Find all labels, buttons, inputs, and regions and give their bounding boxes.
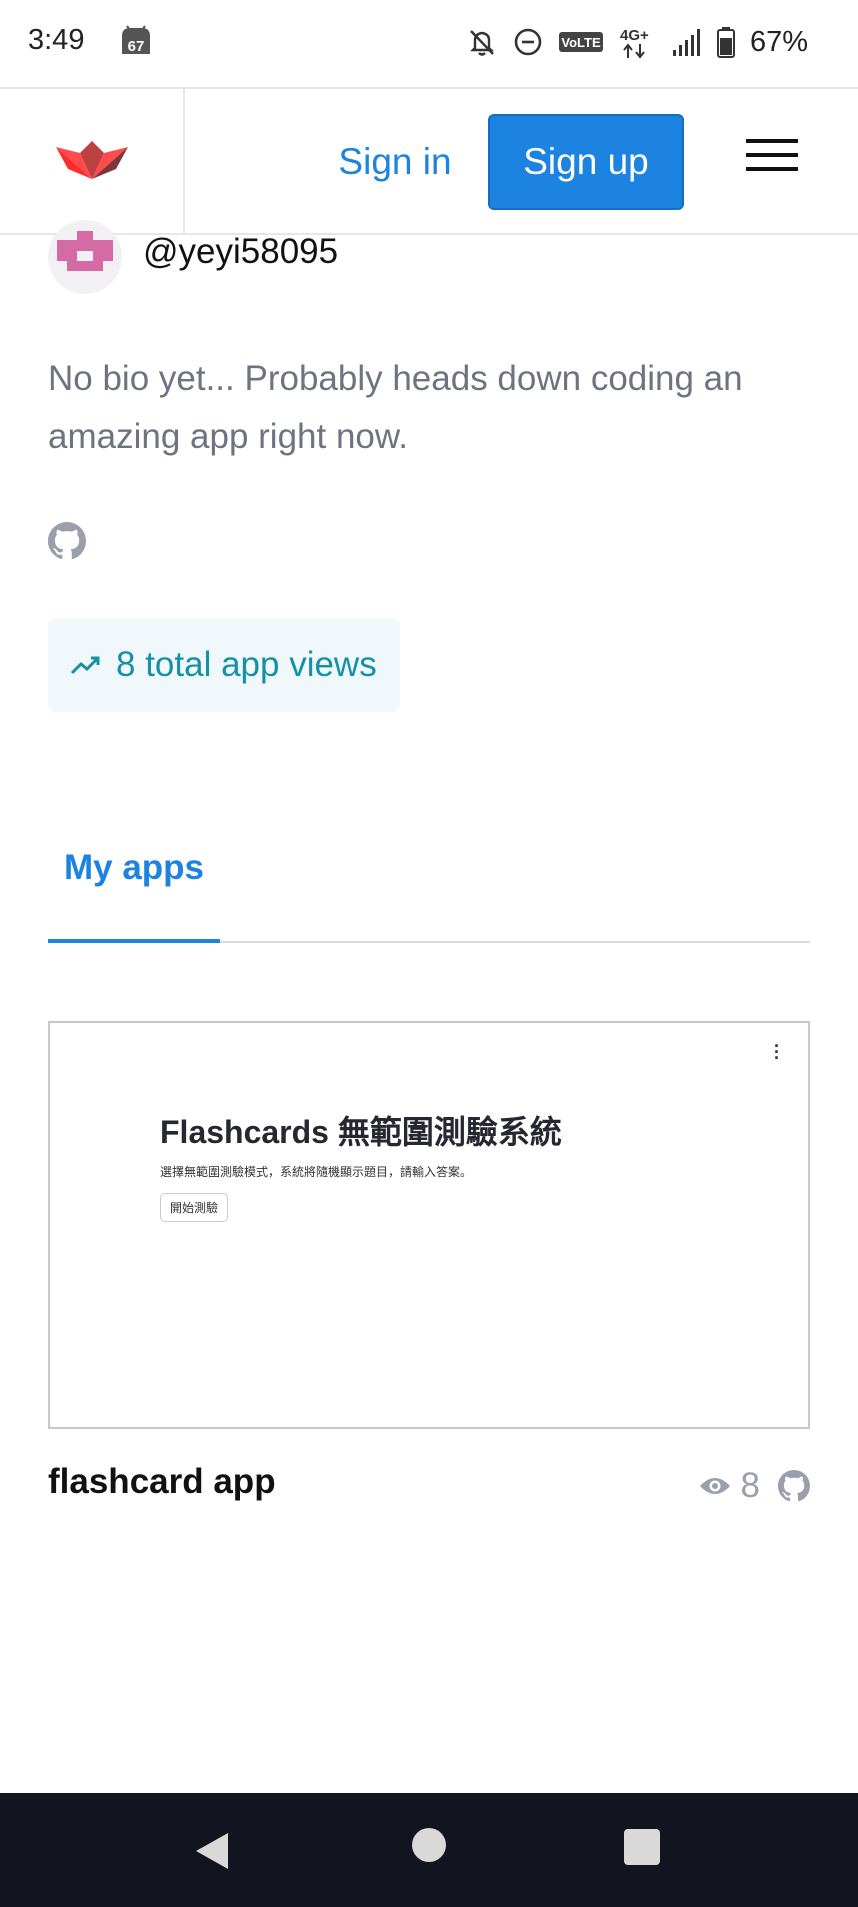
tab-active-indicator [48, 939, 220, 943]
recents-icon[interactable] [624, 1829, 660, 1865]
streamlit-crown-icon[interactable] [56, 139, 128, 179]
battery-icon [716, 27, 735, 58]
app-card-thumbnail[interactable]: · · · Flashcards 無範圍測驗系統 選擇無範圍測驗模式，系統將隨機顯示… [48, 1021, 810, 1429]
sign-up-button[interactable]: Sign up [488, 114, 684, 210]
logo-container[interactable] [0, 89, 185, 235]
home-icon[interactable] [412, 1828, 446, 1862]
app-github-icon[interactable] [778, 1470, 810, 1502]
status-icons: VoLTE 4G+ 67% [466, 20, 808, 64]
4g-plus-icon: 4G+ [620, 27, 649, 59]
do-not-disturb-icon [514, 28, 542, 56]
system-nav-bar [0, 1793, 858, 1907]
signal-icon [672, 29, 700, 56]
github-icon[interactable] [48, 522, 86, 560]
status-time: 3:49 [28, 24, 85, 56]
profile-bio: No bio yet... Probably heads down coding… [48, 359, 743, 456]
trending-up-icon [70, 656, 100, 675]
thumbnail-title: Flashcards 無範圍測驗系統 [160, 1114, 562, 1150]
app-name[interactable]: flashcard app [48, 1462, 276, 1502]
tab-my-apps[interactable]: My apps [48, 848, 220, 944]
app-views: 8 [699, 1466, 760, 1506]
bell-off-icon [470, 30, 494, 56]
thumbnail-start-button: 開始測驗 [160, 1193, 229, 1222]
app-view-count: 8 [740, 1466, 760, 1505]
battery-percent: 67% [749, 25, 808, 58]
kebab-menu-icon: · · · [774, 1036, 780, 1068]
app-stats: 8 [699, 1466, 810, 1506]
notification-badge-icon: 67 [118, 24, 154, 58]
profile-username: @yeyi58095 [143, 232, 339, 271]
top-header: Sign in Sign up [0, 87, 858, 235]
total-views-text: 8 total app views [116, 645, 377, 684]
sign-in-link[interactable]: Sign in [320, 114, 470, 210]
thumbnail-subtitle: 選擇無範圍測驗模式，系統將隨機顯示題目，請輸入答案。 [160, 1165, 473, 1179]
svg-text:4G+: 4G+ [620, 27, 649, 44]
total-views-badge: 8 total app views [48, 618, 400, 712]
svg-text:67: 67 [128, 38, 145, 55]
status-bar: 3:49 67 VoLTE 4G+ 67% [0, 0, 858, 87]
svg-text:VoLTE: VoLTE [561, 35, 601, 50]
avatar [48, 220, 122, 294]
volte-icon: VoLTE [558, 32, 603, 52]
back-icon[interactable] [194, 1831, 230, 1871]
hamburger-menu-icon[interactable] [746, 139, 798, 183]
eye-icon [699, 1478, 730, 1494]
